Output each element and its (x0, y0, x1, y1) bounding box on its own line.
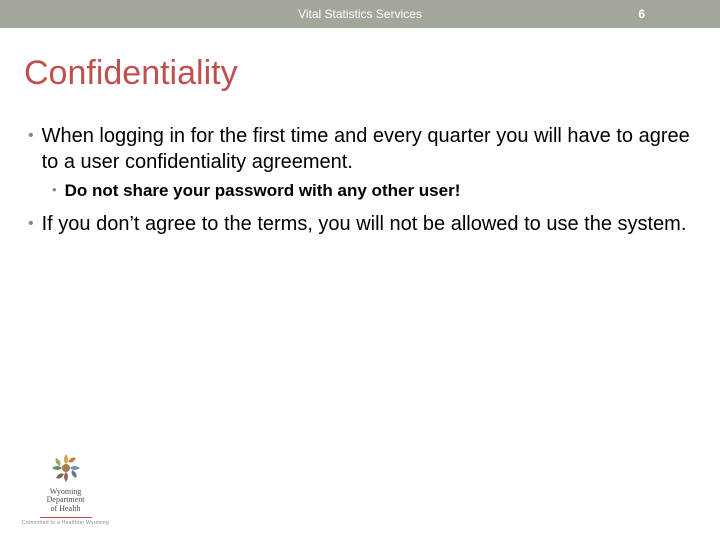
header-bar: Vital Statistics Services 6 (0, 0, 720, 28)
logo-divider (40, 517, 92, 518)
logo-tagline: Committed to a Healthier Wyoming (22, 520, 109, 526)
bullet-text: If you don’t agree to the terms, you wil… (42, 211, 687, 237)
footer-logo-area: Wyoming Department of Health Committed t… (22, 450, 109, 526)
bullet-text: Do not share your password with any othe… (65, 179, 461, 203)
page-number: 6 (638, 7, 645, 21)
content-area: • When logging in for the first time and… (28, 123, 692, 237)
bullet-item-2: • If you don’t agree to the terms, you w… (28, 211, 692, 237)
wyoming-health-logo-icon (48, 450, 84, 486)
logo-text: Wyoming Department of Health (47, 488, 85, 514)
bullet-mark-icon: • (28, 211, 34, 237)
header-title: Vital Statistics Services (298, 7, 422, 21)
bullet-mark-icon: • (52, 179, 57, 203)
bullet-mark-icon: • (28, 123, 34, 175)
bullet-text: When logging in for the first time and e… (42, 123, 692, 175)
bullet-item-1: • When logging in for the first time and… (28, 123, 692, 175)
bullet-sub-item-1: • Do not share your password with any ot… (52, 179, 692, 203)
slide-title: Confidentiality (24, 54, 720, 93)
logo-line3: of Health (47, 505, 85, 514)
